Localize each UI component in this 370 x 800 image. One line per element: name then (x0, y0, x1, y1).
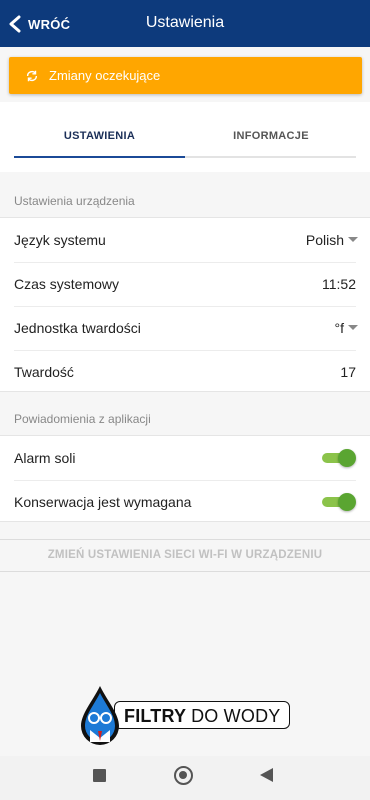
water-drop-mascot-icon (81, 686, 119, 745)
hardness-value: 17 (340, 364, 356, 380)
logo-word-bold: FILTRY (124, 706, 186, 726)
dropdown-arrow-icon (348, 325, 358, 330)
system-time-row[interactable]: Czas systemowy 11:52 (0, 262, 370, 305)
logo-text: FILTRY DO WODY (124, 706, 280, 727)
toggle-knob (338, 493, 356, 511)
recents-icon[interactable] (93, 769, 106, 782)
pending-changes-banner[interactable]: Zmiany oczekujące (9, 57, 362, 94)
maintenance-required-row: Konserwacja jest wymagana (0, 480, 370, 523)
notifications-list: Alarm soli Konserwacja jest wymagana (0, 435, 370, 522)
logo-word-light: DO WODY (191, 706, 281, 726)
system-language-label: Język systemu (14, 232, 106, 248)
maintenance-required-label: Konserwacja jest wymagana (14, 494, 192, 510)
system-navigation-bar (0, 756, 370, 800)
tab-settings[interactable]: USTAWIENIA (14, 130, 185, 142)
change-wifi-settings-button[interactable]: ZMIEŃ USTAWIENIA SIECI WI-FI W URZĄDZENI… (0, 539, 370, 572)
notifications-heading: Powiadomienia z aplikacji (14, 412, 151, 426)
system-time-label: Czas systemowy (14, 276, 120, 292)
toggle-knob (338, 449, 356, 467)
back-icon[interactable] (260, 768, 273, 782)
pending-changes-text: Zmiany oczekujące (49, 68, 161, 83)
app-bar: WRÓĆ Ustawienia (0, 0, 370, 47)
home-icon[interactable] (174, 766, 193, 785)
salt-alarm-row: Alarm soli (0, 436, 370, 479)
page-title: Ustawienia (145, 14, 225, 31)
salt-alarm-label: Alarm soli (14, 450, 76, 466)
salt-alarm-toggle[interactable] (322, 449, 356, 467)
device-settings-heading: Ustawienia urządzenia (14, 194, 135, 208)
system-language-value: Polish (305, 232, 344, 248)
hardness-row[interactable]: Twardość 17 (0, 350, 370, 393)
hardness-label: Twardość (14, 364, 74, 380)
hardness-unit-value: °f (334, 320, 345, 336)
system-language-row[interactable]: Język systemu Polish (0, 218, 370, 261)
dropdown-arrow-icon (348, 237, 358, 242)
tab-divider (185, 156, 356, 158)
hardness-unit-label: Jednostka twardości (14, 320, 141, 336)
sync-icon (26, 70, 38, 81)
brand-logo: FILTRY DO WODY (78, 684, 292, 746)
system-time-value: 11:52 (322, 276, 356, 292)
tab-information[interactable]: INFORMACJE (186, 130, 356, 142)
device-settings-list: Język systemu Polish Czas systemowy 11:5… (0, 217, 370, 392)
hardness-unit-row[interactable]: Jednostka twardości °f (0, 306, 370, 349)
active-tab-indicator (14, 156, 185, 158)
maintenance-required-toggle[interactable] (322, 493, 356, 511)
